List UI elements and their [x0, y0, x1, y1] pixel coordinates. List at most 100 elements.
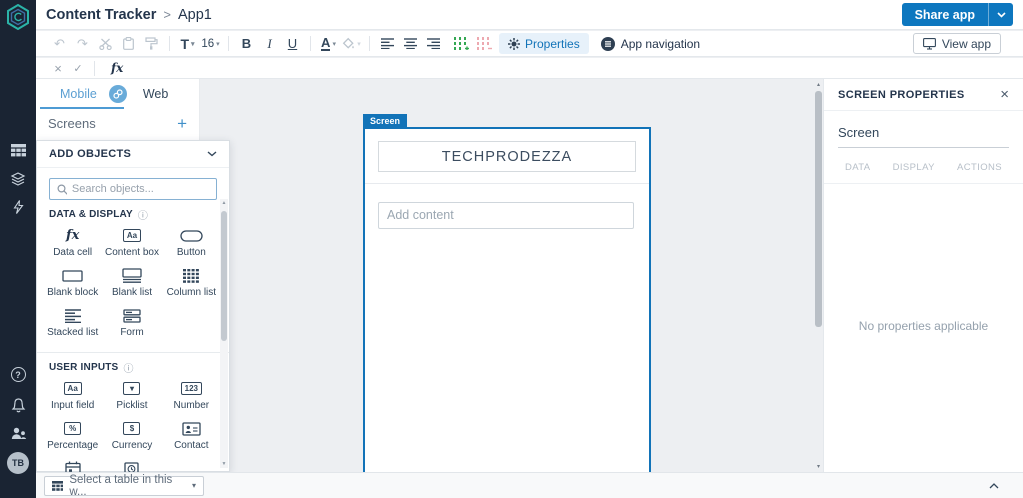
scrollbar-thumb[interactable]: [221, 211, 227, 341]
breadcrumb-app[interactable]: Content Tracker: [46, 7, 156, 23]
object-blank-list[interactable]: Blank list: [102, 268, 161, 303]
remove-padding-icon[interactable]: [474, 34, 493, 54]
font-size-select[interactable]: 16 ▾: [201, 34, 220, 54]
undo-icon[interactable]: ↶: [50, 34, 69, 54]
cut-icon[interactable]: [96, 34, 115, 54]
picklist-icon: ▾: [123, 382, 141, 395]
format-painter-icon[interactable]: [142, 34, 161, 54]
scroll-down-arrow[interactable]: ▾: [814, 463, 823, 470]
scroll-down-arrow[interactable]: ▼: [220, 461, 228, 467]
currency-icon: $: [123, 422, 141, 435]
add-objects-title: ADD OBJECTS: [49, 148, 132, 160]
section-user-inputs: USER INPUTS ⓘ: [49, 360, 134, 375]
font-color-button[interactable]: A ▾: [319, 34, 338, 54]
input-field-icon: Aa: [63, 382, 82, 395]
tab-data[interactable]: DATA: [845, 162, 871, 173]
dropdown-caret-icon: ▾: [191, 481, 196, 490]
object-stacked-list[interactable]: Stacked list: [43, 308, 102, 343]
underline-button[interactable]: U: [283, 34, 302, 54]
tab-display[interactable]: DISPLAY: [893, 162, 935, 173]
object-column-list[interactable]: Column list: [162, 268, 221, 303]
object-picklist[interactable]: ▾ Picklist: [102, 381, 161, 416]
align-right-icon[interactable]: [424, 34, 443, 54]
object-number[interactable]: 123 Number: [162, 381, 221, 416]
scrollbar-thumb[interactable]: [815, 91, 822, 327]
object-form[interactable]: Form: [102, 308, 161, 343]
screens-label: Screens: [48, 115, 96, 131]
scroll-up-arrow[interactable]: ▴: [814, 81, 823, 88]
formula-cancel-icon[interactable]: ×: [48, 61, 68, 76]
properties-button[interactable]: Properties: [499, 33, 589, 54]
bold-button[interactable]: B: [237, 34, 256, 54]
link-devices-icon[interactable]: [108, 85, 127, 103]
align-center-icon[interactable]: [401, 34, 420, 54]
app-builder-window: ? TB Content Tracker > App1 Share app ↶ …: [0, 0, 1023, 498]
info-icon[interactable]: ⓘ: [138, 207, 148, 222]
paste-icon[interactable]: [119, 34, 138, 54]
search-objects-input[interactable]: [71, 183, 209, 195]
object-currency[interactable]: $ Currency: [102, 421, 161, 456]
add-content-block[interactable]: Add content: [378, 202, 634, 229]
object-data-cell[interactable]: fx Data cell: [43, 228, 102, 263]
text-style-button[interactable]: T ▾: [178, 34, 197, 54]
screen-frame[interactable]: TECHPRODEZZA Add content: [363, 127, 651, 476]
data-display-grid: fx Data cell Aa Content box Button Blank…: [37, 225, 229, 349]
fx-label: fx: [111, 61, 124, 75]
formula-confirm-icon[interactable]: ✓: [68, 62, 88, 75]
users-icon[interactable]: [0, 426, 36, 440]
object-contact[interactable]: Contact: [162, 421, 221, 456]
screen-header-block[interactable]: TECHPRODEZZA: [378, 141, 636, 172]
add-objects-panel: ADD OBJECTS DATA & DISPLAY ⓘ fx Data cel…: [36, 140, 230, 491]
tab-mobile[interactable]: Mobile: [60, 87, 97, 101]
layers-icon[interactable]: [0, 172, 36, 186]
bottom-bar: Select a table in this w... ▾: [36, 472, 1023, 498]
format-toolbar: ↶ ↷ T ▾ 16 ▾ B I U A ▾ ▾ Properties App …: [36, 31, 1023, 57]
object-button[interactable]: Button: [162, 228, 221, 263]
number-icon: 123: [180, 382, 202, 395]
close-icon[interactable]: ×: [1000, 87, 1009, 102]
formula-bar: × ✓ fx: [36, 58, 1023, 79]
share-app-dropdown[interactable]: [988, 3, 1013, 26]
help-icon[interactable]: ?: [0, 367, 36, 382]
object-blank-block[interactable]: Blank block: [43, 268, 102, 303]
tab-web[interactable]: Web: [143, 87, 168, 101]
tab-actions[interactable]: ACTIONS: [957, 162, 1002, 173]
object-content-box[interactable]: Aa Content box: [102, 228, 161, 263]
avatar[interactable]: TB: [0, 452, 36, 474]
object-percentage[interactable]: % Percentage: [43, 421, 102, 456]
screen-divider: [365, 183, 649, 184]
info-icon[interactable]: ⓘ: [123, 360, 133, 375]
tables-icon[interactable]: [0, 144, 36, 157]
screen-tab[interactable]: Screen: [363, 114, 408, 127]
canvas-scrollbar[interactable]: ▴ ▾: [814, 81, 823, 470]
notifications-bell-icon[interactable]: [0, 397, 36, 414]
chevron-down-icon: [207, 151, 217, 157]
section-data-display: DATA & DISPLAY ⓘ: [49, 207, 149, 222]
add-padding-icon[interactable]: [451, 34, 470, 54]
contact-icon: [182, 421, 201, 436]
italic-button[interactable]: I: [260, 34, 279, 54]
object-input-field[interactable]: Aa Input field: [43, 381, 102, 416]
app-logo-icon[interactable]: [0, 3, 36, 31]
objects-panel-scrollbar[interactable]: ▲ ▼: [220, 199, 228, 468]
align-left-icon[interactable]: [378, 34, 397, 54]
automation-bolt-icon[interactable]: [0, 200, 36, 214]
redo-icon[interactable]: ↷: [73, 34, 92, 54]
add-objects-header[interactable]: ADD OBJECTS: [37, 141, 229, 168]
left-rail: ? TB: [0, 0, 36, 498]
app-navigation-button[interactable]: App navigation: [600, 36, 700, 51]
blank-list-icon: [122, 268, 142, 283]
view-app-button[interactable]: View app: [912, 33, 1001, 54]
add-screen-button[interactable]: +: [177, 115, 187, 132]
app-navigation-icon: [600, 36, 615, 51]
search-objects-box: [49, 178, 217, 200]
share-app-button[interactable]: Share app: [901, 3, 988, 26]
content-box-icon: Aa: [122, 229, 142, 242]
table-select-dropdown[interactable]: Select a table in this w... ▾: [44, 474, 204, 498]
stacked-list-icon: [64, 308, 81, 323]
button-icon: [180, 228, 203, 243]
screen-name-input[interactable]: [838, 123, 1009, 148]
fill-color-button[interactable]: ▾: [342, 34, 361, 54]
collapse-panel-icon[interactable]: [989, 482, 999, 489]
scroll-up-arrow[interactable]: ▲: [220, 200, 228, 206]
